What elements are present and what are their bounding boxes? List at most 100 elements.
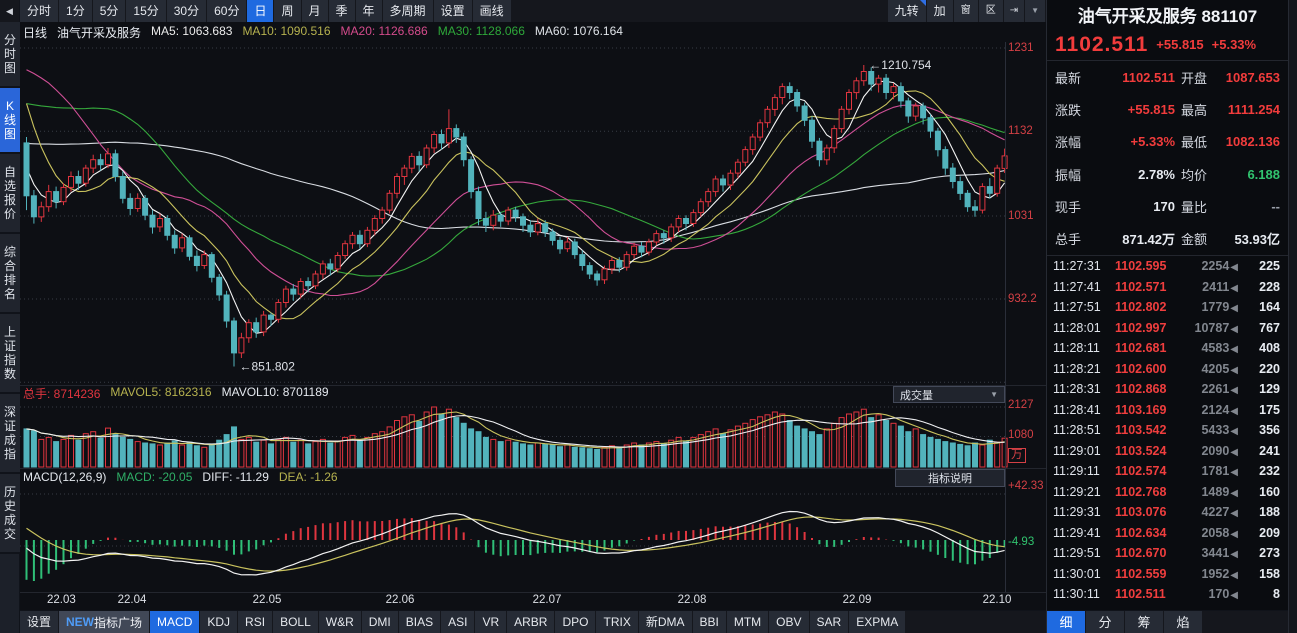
collapse-sidebar-button[interactable]: ◀: [0, 0, 20, 22]
tick-row: 11:30:01 1102.559 1952◀ 158: [1047, 563, 1288, 584]
trade-direction-arrow-icon: ◀: [1230, 406, 1238, 417]
volume-indicator-selector[interactable]: 成交量 ▼: [893, 386, 1005, 403]
trade-direction-arrow-icon: ◀: [1230, 549, 1238, 560]
tick-count: 220: [1238, 362, 1280, 376]
period-button[interactable]: 5分: [93, 0, 126, 22]
tool-button[interactable]: 窗: [954, 0, 978, 22]
tick-row: 11:29:11 1102.574 1781◀ 232: [1047, 461, 1288, 482]
trade-direction-arrow-icon: ◀: [1230, 262, 1238, 273]
trade-direction-arrow-icon: ◀: [1230, 590, 1238, 601]
stat-value: 871.42万: [1099, 229, 1175, 248]
tick-time: 11:29:41: [1053, 526, 1115, 540]
sidebar-tab[interactable]: 深证成指: [0, 394, 20, 474]
tick-price: 1102.559: [1115, 567, 1189, 581]
quote-stats-row: 现手 170 量比 --: [1047, 190, 1288, 222]
tick-trade-list[interactable]: 11:27:31 1102.595 2254◀ 225 11:27:41 110…: [1047, 256, 1288, 605]
tick-volume: 2254: [1201, 259, 1229, 273]
indicator-tab[interactable]: OBV: [769, 611, 808, 633]
indicator-toolbar: 设置 NEW 指标广场 MACDKDJRSIBOLLW&RDMIBIASASIV…: [20, 610, 1046, 633]
tick-row: 11:27:31 1102.595 2254◀ 225: [1047, 256, 1288, 277]
tick-volume: 4227: [1201, 505, 1229, 519]
trade-direction-arrow-icon: ◀: [1230, 365, 1238, 376]
stat-value: 1111.254: [1217, 102, 1280, 117]
indicator-tab[interactable]: DPO: [555, 611, 595, 633]
stat-label: 最新: [1055, 68, 1099, 87]
indicator-settings-button[interactable]: 设置: [20, 611, 58, 633]
indicator-tab[interactable]: MACD: [150, 611, 199, 633]
indicator-tab[interactable]: MTM: [727, 611, 768, 633]
detail-tab[interactable]: 焰: [1164, 611, 1202, 633]
tick-row: 11:29:01 1103.524 2090◀ 241: [1047, 440, 1288, 461]
indicator-tab[interactable]: BBI: [693, 611, 726, 633]
sidebar-tab[interactable]: 分时图: [0, 22, 20, 88]
sidebar-tab[interactable]: 历史成交: [0, 474, 20, 554]
indicator-tab[interactable]: DMI: [362, 611, 398, 633]
indicator-tab[interactable]: ARBR: [507, 611, 554, 633]
indicator-tab[interactable]: VR: [475, 611, 506, 633]
period-button[interactable]: 设置: [434, 0, 472, 22]
indicator-plaza-button[interactable]: NEW 指标广场: [59, 611, 149, 633]
main-candlestick-chart[interactable]: ←1210.754←851.802: [20, 42, 1046, 385]
period-button[interactable]: 季: [329, 0, 355, 22]
period-button[interactable]: 月: [302, 0, 328, 22]
period-button[interactable]: 年: [356, 0, 382, 22]
tool-button[interactable]: 区: [979, 0, 1003, 22]
indicator-tab[interactable]: RSI: [238, 611, 272, 633]
detail-tab[interactable]: 筹: [1125, 611, 1163, 633]
detail-tab[interactable]: 细: [1047, 611, 1085, 633]
indicator-tab[interactable]: BOLL: [273, 611, 318, 633]
stat-value: 1102.511: [1099, 70, 1175, 85]
period-button[interactable]: 30分: [167, 0, 206, 22]
tick-volume: 5433: [1201, 423, 1229, 437]
chevron-down-icon[interactable]: ▼: [1025, 0, 1045, 22]
plot-right-border: [1005, 42, 1006, 592]
trade-direction-arrow-icon: ◀: [1230, 426, 1238, 437]
indicator-help-button[interactable]: 指标说明: [895, 469, 1005, 487]
tick-price: 1102.768: [1115, 485, 1189, 499]
indicator-tab[interactable]: 新DMA: [639, 611, 692, 633]
tick-row: 11:27:41 1102.571 2411◀ 228: [1047, 276, 1288, 297]
period-button[interactable]: 60分: [207, 0, 246, 22]
indicator-tab[interactable]: SAR: [810, 611, 849, 633]
tick-time: 11:29:11: [1053, 464, 1115, 478]
macd-chart[interactable]: [20, 468, 1046, 592]
detail-tab[interactable]: 分: [1086, 611, 1124, 633]
collapse-sidebar-icon: ◀: [6, 6, 13, 17]
period-button[interactable]: 15分: [126, 0, 165, 22]
indicator-tab[interactable]: W&R: [319, 611, 361, 633]
sidebar-tab[interactable]: K线图: [0, 88, 20, 154]
tick-count: 209: [1238, 526, 1280, 540]
quote-stats-row: 涨幅 +5.33% 最低 1082.136: [1047, 126, 1288, 158]
trade-direction-arrow-icon: ◀: [1230, 324, 1238, 335]
tool-button[interactable]: 加: [927, 0, 953, 22]
indicator-tab[interactable]: EXPMA: [849, 611, 905, 633]
tick-price: 1102.511: [1115, 587, 1189, 601]
tick-time: 11:28:51: [1053, 423, 1115, 437]
period-button[interactable]: 1分: [59, 0, 92, 22]
sidebar-tab[interactable]: 上证指数: [0, 314, 20, 394]
indicator-tab[interactable]: ASI: [441, 611, 474, 633]
tick-volume: 2090: [1201, 444, 1229, 458]
indicator-tab[interactable]: BIAS: [399, 611, 440, 633]
tick-volume: 10787: [1195, 321, 1230, 335]
indicator-help-label: 指标说明: [928, 470, 972, 486]
sidebar-tab[interactable]: 综合排名: [0, 234, 20, 314]
indicator-plaza-label: 指标广场: [94, 614, 142, 631]
period-button[interactable]: 画线: [473, 0, 511, 22]
jump-to-latest-icon[interactable]: ⇥: [1004, 0, 1024, 22]
period-toolbar: 分时1分5分15分30分60分日周月季年多周期设置画线 九转加窗区 ⇥ ▼: [20, 0, 1046, 22]
stat-label: 涨幅: [1055, 132, 1099, 151]
sidebar-tab[interactable]: 自选报价: [0, 154, 20, 234]
tool-button[interactable]: 九转: [888, 0, 926, 22]
tick-time: 11:28:01: [1053, 321, 1115, 335]
period-button[interactable]: 分时: [20, 0, 58, 22]
period-button[interactable]: 多周期: [383, 0, 433, 22]
tick-volume: 2124: [1201, 403, 1229, 417]
period-button[interactable]: 日: [247, 0, 273, 22]
period-button[interactable]: 周: [274, 0, 300, 22]
tick-count: 241: [1238, 444, 1280, 458]
indicator-tab[interactable]: KDJ: [200, 611, 237, 633]
stat-label: 现手: [1055, 197, 1099, 216]
stat-value: 1082.136: [1217, 134, 1280, 149]
indicator-tab[interactable]: TRIX: [596, 611, 637, 633]
